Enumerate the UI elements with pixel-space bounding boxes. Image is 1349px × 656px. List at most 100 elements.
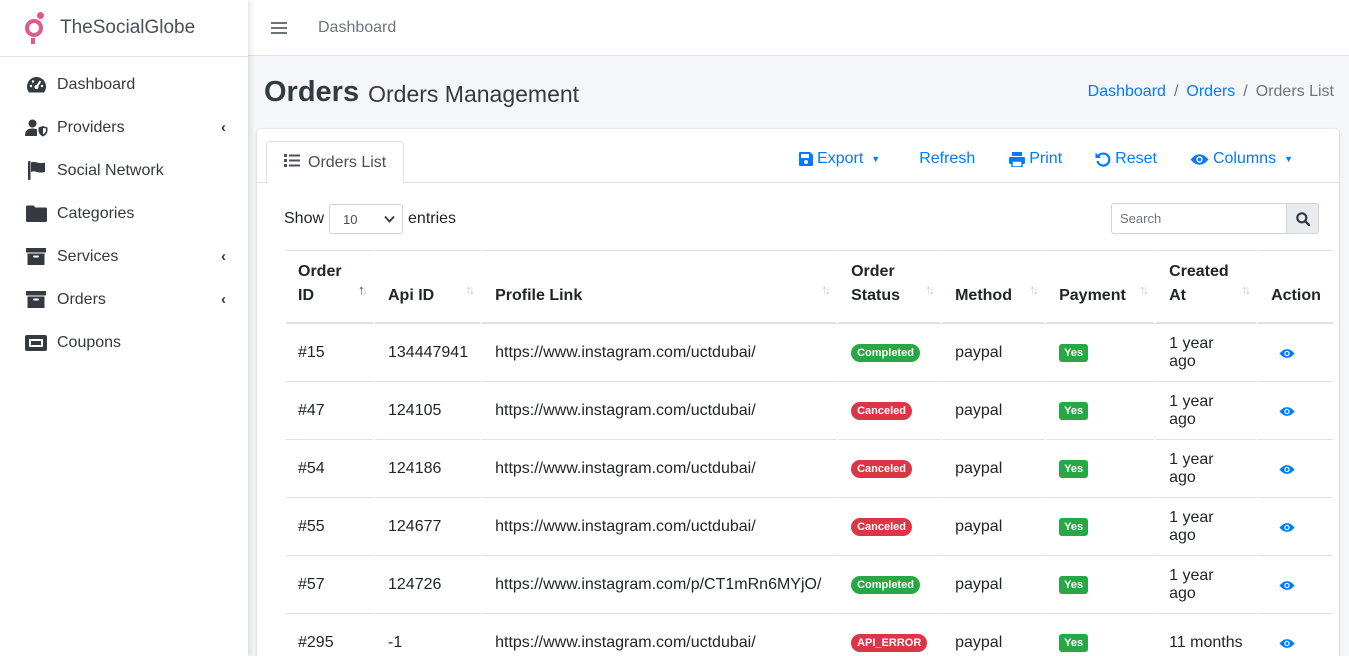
cell-order-status: Canceled [836,440,941,498]
sidebar-nav: Dashboard Providers ‹ Social Network Cat… [0,57,248,364]
payment-badge: Yes [1059,518,1089,536]
cell-action [1256,614,1333,656]
view-eye-icon[interactable] [1279,462,1295,480]
column-label: Action [1271,287,1321,304]
top-nav-dashboard-link[interactable]: Dashboard [318,19,396,37]
refresh-label: Refresh [919,150,976,167]
view-eye-icon[interactable] [1279,404,1295,422]
page-subtitle: Orders Management [368,80,580,107]
column-header-order-status[interactable]: Order Status ↑↓ [836,250,941,324]
view-eye-icon[interactable] [1279,636,1295,654]
cell-order-status: API_ERROR [836,614,940,656]
sidebar-item-orders[interactable]: Orders ‹ [0,278,248,321]
cell-payment: Yes [1044,324,1155,382]
cell-action [1256,556,1333,614]
view-eye-icon[interactable] [1279,520,1295,538]
search-button[interactable] [1287,203,1319,234]
print-icon [1009,151,1026,167]
column-header-api-id[interactable]: Api ID ↑↓ [373,250,481,324]
table-row: #47 124105 https://www.instagram.com/uctdu… [286,382,1333,440]
cell-order-id: #47 [286,382,373,440]
table-row: #15 134447941 https://www.instagram.com/uc… [286,324,1333,382]
page-title: Orders [264,75,360,108]
cell-payment: Yes [1044,556,1155,614]
top-navbar: Dashboard [248,0,1349,56]
sidebar-item-dashboard[interactable]: Dashboard [0,63,248,106]
cell-method: paypal [940,498,1045,556]
refresh-button[interactable]: Refresh [919,150,975,168]
cell-payment: Yes [1044,440,1155,498]
sidebar-item-label: Services [57,247,119,265]
status-badge: Completed [851,576,920,594]
brand[interactable]: TheSocialGlobe [0,0,248,57]
sort-icon: ↑↓ [925,282,935,297]
export-button[interactable]: Export ▼ [799,150,880,168]
cell-order-id: #54 [286,440,373,498]
cell-order-status: Completed [836,556,941,614]
table-body: #15 134447941 https://www.instagram.com/uc… [286,324,1333,656]
tab-label: Orders List [308,153,387,171]
payment-badge: Yes [1059,344,1089,362]
chevron-left-icon: ‹ [221,291,226,308]
cell-action [1256,440,1333,498]
caret-down-icon: ▼ [871,154,881,164]
cell-method: paypal [940,440,1045,498]
page-length-select[interactable]: 10 [329,204,404,234]
archive-icon [24,247,48,267]
breadcrumb-current: Orders List [1255,83,1334,100]
cell-order-id: #15 [286,324,373,382]
view-eye-icon[interactable] [1279,346,1295,364]
search-box: Search [1111,203,1319,234]
status-badge: API_ERROR [851,634,928,652]
toolbar: Export ▼ Refresh Print Reset Columns ▼ [799,150,1339,168]
breadcrumb-dashboard[interactable]: Dashboard [1088,83,1166,101]
cell-order-id: #55 [286,498,373,556]
entries-label: entries [408,210,457,227]
sidebar-item-coupons[interactable]: Coupons [0,321,248,364]
cell-created-at: 11 months [1154,614,1256,656]
column-label: Order ID [298,263,342,304]
sort-icon: ↑↓ [1139,282,1149,297]
cell-profile-link: https://www.instagram.com/uctdubai/ [480,440,837,498]
breadcrumb-separator: / [1173,83,1179,100]
view-eye-icon[interactable] [1279,578,1295,596]
content-header: Orders Orders Management Dashboard / Ord… [264,72,1334,112]
sidebar-item-categories[interactable]: Categories [0,192,248,235]
tab-orders-list[interactable]: Orders List [266,141,405,184]
export-label: Export [817,150,864,167]
print-button[interactable]: Print [1009,150,1062,168]
sidebar-item-label: Coupons [57,333,122,351]
column-header-method[interactable]: Method ↑↓ [940,250,1045,324]
column-header-profile-link[interactable]: Profile Link ↑↓ [480,250,837,324]
sidebar-item-services[interactable]: Services ‹ [0,235,248,278]
cell-api-id: 124726 [373,556,481,614]
cell-order-status: Canceled [836,498,941,556]
column-header-order-id[interactable]: Order ID ↑↓ [286,250,373,324]
columns-button[interactable]: Columns ▼ [1190,150,1293,168]
reset-button[interactable]: Reset [1095,150,1157,168]
sort-icon: ↑↓ [1241,282,1251,297]
breadcrumb-orders[interactable]: Orders [1186,83,1235,101]
column-header-created-at[interactable]: Created At ↑↓ [1154,250,1257,324]
show-label: Show [284,210,325,227]
column-header-payment[interactable]: Payment ↑↓ [1044,250,1155,324]
sidebar: TheSocialGlobe Dashboard Providers ‹ Soc… [0,0,248,656]
cell-profile-link: https://www.instagram.com/uctdubai/ [480,614,836,656]
payment-badge: Yes [1059,402,1089,420]
print-label: Print [1029,150,1063,167]
sidebar-item-providers[interactable]: Providers ‹ [0,106,248,149]
cell-api-id: 124105 [373,382,481,440]
chevron-left-icon: ‹ [221,119,226,136]
page-length-control: Show 10 entries [284,204,456,234]
archive-icon [24,290,48,310]
hamburger-menu-icon[interactable] [271,21,287,34]
sidebar-item-label: Social Network [57,161,164,179]
cell-method: paypal [940,324,1045,382]
tachometer-icon [24,75,48,95]
cell-profile-link: https://www.instagram.com/uctdubai/ [480,498,837,556]
search-input[interactable]: Search [1111,203,1287,234]
sidebar-item-social-network[interactable]: Social Network [0,149,248,192]
column-label: Api ID [388,287,435,304]
caret-down-icon: ▼ [1284,154,1293,164]
chevron-left-icon: ‹ [221,248,226,265]
